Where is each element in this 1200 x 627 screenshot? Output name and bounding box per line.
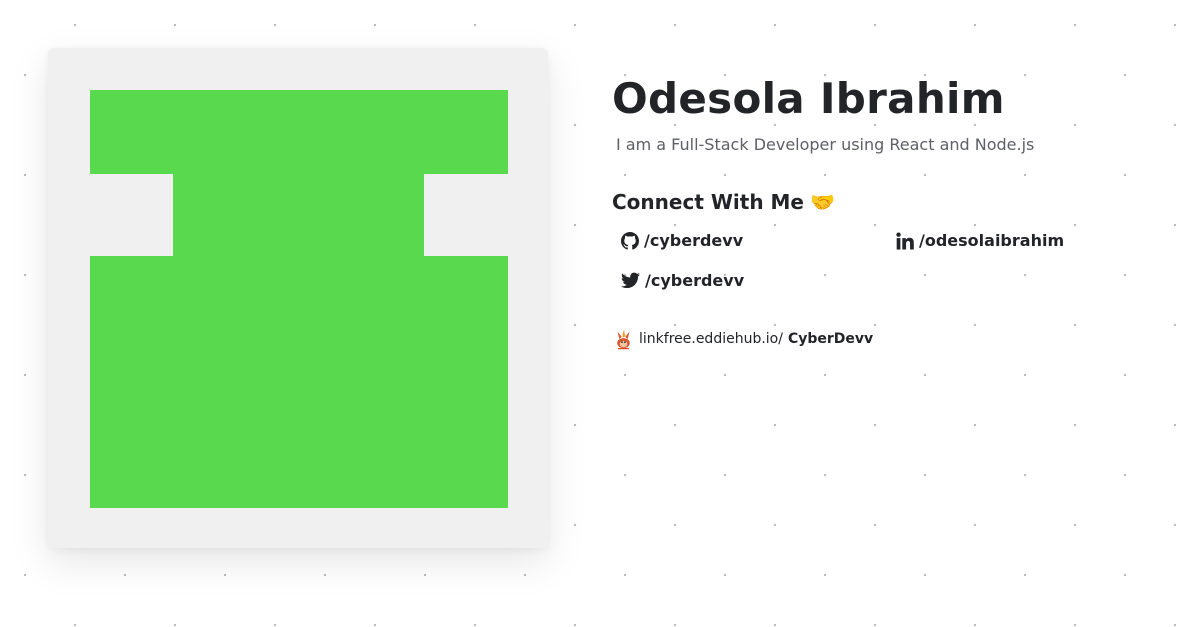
github-link[interactable]: /cyberdevv [621, 231, 743, 250]
linkfree-handle: CyberDevv [787, 331, 874, 347]
connect-heading-text: Connect With Me [612, 190, 804, 214]
profile-info: Odesola Ibrahim I am a Full-Stack Develo… [612, 0, 1172, 627]
profile-tagline: I am a Full-Stack Developer using React … [616, 135, 1035, 154]
identicon-avatar [90, 90, 508, 508]
identicon-top-block [90, 90, 508, 174]
linkedin-link[interactable]: /odesolaibrahim [896, 231, 1064, 250]
connect-heading: Connect With Me 🤝 [612, 190, 835, 214]
linkfree-logo-icon [617, 329, 630, 350]
avatar-card [48, 48, 548, 548]
twitter-icon [621, 272, 640, 289]
identicon-middle-block [173, 173, 424, 257]
linkfree-link[interactable]: linkfree.eddiehub.io/CyberDevv [614, 328, 873, 350]
twitter-link[interactable]: /cyberdevv [621, 271, 744, 290]
linkfree-url-prefix: linkfree.eddiehub.io/ [639, 331, 783, 347]
twitter-handle: /cyberdevv [645, 271, 745, 290]
linkedin-handle: /odesolaibrahim [919, 231, 1065, 250]
handshake-emoji-icon: 🤝 [809, 190, 835, 214]
github-handle: /cyberdevv [644, 231, 744, 250]
profile-name: Odesola Ibrahim [612, 74, 1005, 123]
github-icon [621, 231, 639, 250]
linkedin-icon [896, 231, 914, 250]
identicon-bottom-block [90, 256, 508, 508]
